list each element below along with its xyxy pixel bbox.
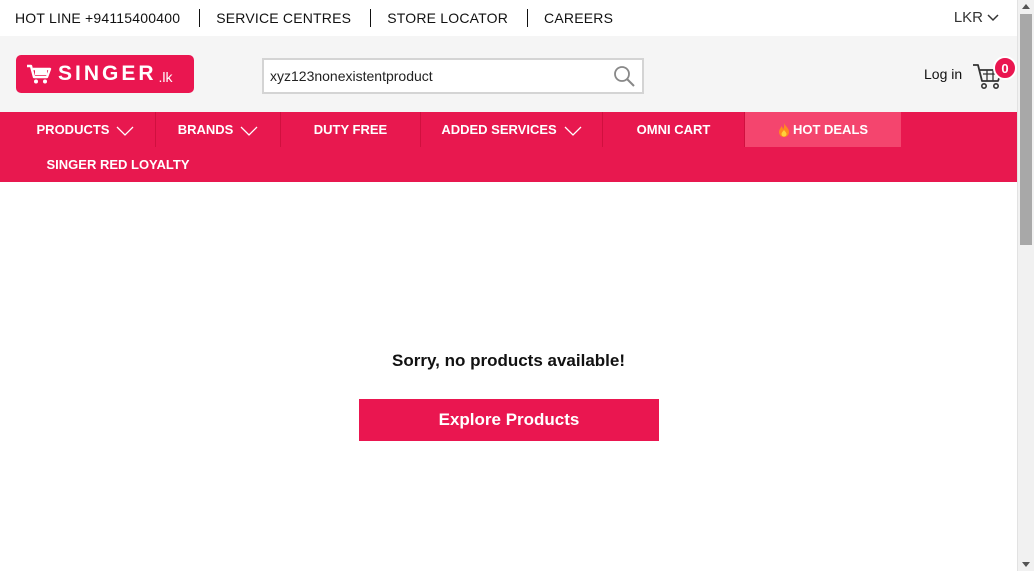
search-icon[interactable] — [612, 64, 636, 88]
service-centres-link[interactable]: SERVICE CENTRES — [199, 9, 370, 27]
nav-item-singer-red-loyalty[interactable]: SINGER RED LOYALTY — [16, 147, 220, 182]
page: HOT LINE +94115400400 SERVICE CENTRES ST… — [0, 0, 1017, 571]
nav-item-label: DUTY FREE — [313, 122, 388, 137]
utility-links: HOT LINE +94115400400 SERVICE CENTRES ST… — [0, 0, 632, 36]
singer-logo[interactable]: SINGER .lk — [16, 55, 194, 93]
search-input[interactable] — [264, 60, 594, 92]
top-utility-bar: HOT LINE +94115400400 SERVICE CENTRES ST… — [0, 0, 1017, 36]
nav-row-2: SINGER RED LOYALTY — [16, 147, 220, 182]
nav-item-duty-free[interactable]: DUTY FREE — [280, 112, 420, 147]
chevron-down-icon — [240, 126, 258, 136]
search-box — [262, 58, 644, 94]
explore-products-button[interactable]: Explore Products — [359, 399, 659, 441]
vertical-scrollbar[interactable] — [1017, 0, 1034, 571]
store-locator-link[interactable]: STORE LOCATOR — [370, 9, 527, 27]
chevron-down-icon — [564, 126, 582, 136]
main-nav: PRODUCTS BRANDS DUTY FREE ADDED SERVICES… — [0, 112, 1017, 182]
logo-brand: SINGER — [58, 62, 157, 85]
nav-item-added-services[interactable]: ADDED SERVICES — [420, 112, 602, 147]
logo-tld: .lk — [158, 68, 173, 85]
scroll-down-arrow-icon[interactable] — [1022, 562, 1030, 567]
nav-item-omni-cart[interactable]: OMNI CART — [602, 112, 744, 147]
chevron-down-icon — [987, 13, 999, 21]
nav-item-brands[interactable]: BRANDS — [155, 112, 280, 147]
nav-item-label: HOT DEALS — [792, 122, 869, 137]
nav-item-label: ADDED SERVICES — [441, 122, 557, 137]
chevron-down-icon — [117, 126, 134, 136]
careers-link[interactable]: CAREERS — [527, 9, 632, 27]
currency-selector[interactable]: LKR — [954, 9, 999, 26]
flame-icon — [778, 122, 789, 137]
no-products-message: Sorry, no products available! — [391, 351, 626, 370]
nav-item-label: BRANDS — [177, 122, 234, 137]
nav-item-label: SINGER RED LOYALTY — [46, 157, 190, 172]
cart-logo-icon — [27, 64, 52, 84]
site-header: SINGER .lk Log in 0 — [0, 36, 1017, 112]
nav-item-products[interactable]: PRODUCTS — [16, 112, 155, 147]
scrollbar-thumb[interactable] — [1020, 14, 1032, 245]
nav-item-label: OMNI CART — [636, 122, 711, 137]
login-link[interactable]: Log in — [924, 66, 962, 82]
scroll-up-arrow-icon[interactable] — [1022, 4, 1030, 9]
nav-item-label: PRODUCTS — [36, 122, 110, 137]
nav-item-hot-deals[interactable]: HOT DEALS — [744, 112, 901, 147]
currency-label: LKR — [953, 9, 983, 26]
hotline-link[interactable]: HOT LINE +94115400400 — [0, 9, 199, 27]
nav-row-1: PRODUCTS BRANDS DUTY FREE ADDED SERVICES… — [16, 112, 901, 147]
cart-count-badge: 0 — [993, 56, 1017, 80]
